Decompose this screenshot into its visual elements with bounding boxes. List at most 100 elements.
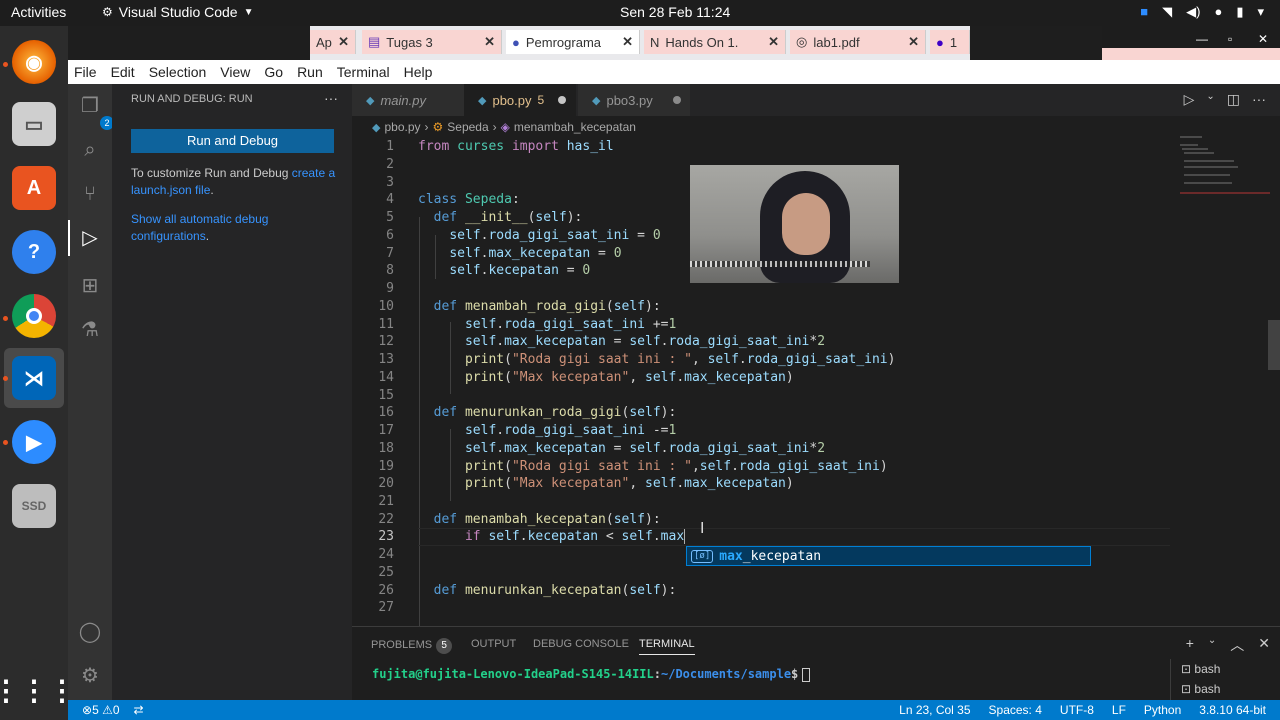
menu-help[interactable]: Help — [404, 64, 433, 80]
app-menu[interactable]: ⚙ Visual Studio Code ▼ — [102, 4, 254, 20]
activities-button[interactable]: Activities — [11, 4, 66, 20]
close-icon[interactable]: ✕ — [484, 34, 495, 50]
close-icon[interactable]: ✕ — [908, 34, 919, 50]
close-icon[interactable]: ✕ — [768, 34, 779, 50]
clock[interactable]: Sen 28 Feb 11:24 — [620, 4, 730, 20]
extensions-icon[interactable]: ⊞ — [78, 274, 102, 298]
menu-edit[interactable]: Edit — [111, 64, 135, 80]
vertical-scrollbar[interactable] — [1268, 320, 1280, 370]
tab-debug-console[interactable]: DEBUG CONSOLE — [533, 638, 629, 650]
indentation[interactable]: Spaces: 4 — [989, 703, 1042, 717]
help-icon[interactable]: ? — [12, 230, 56, 274]
code-line[interactable]: self.max_kecepatan = 0 — [418, 245, 621, 263]
browser-tab[interactable]: ● 1 — [930, 30, 970, 54]
end-of-line[interactable]: LF — [1112, 703, 1126, 717]
unsaved-dot-icon[interactable] — [558, 96, 567, 104]
tab-problems[interactable]: PROBLEMS 5 — [371, 638, 453, 654]
code-line[interactable]: def __init__(self): — [418, 209, 583, 227]
files-icon[interactable]: ▭ — [12, 102, 56, 146]
menu-file[interactable]: File — [74, 64, 97, 80]
code-line[interactable]: self.roda_gigi_saat_ini = 0 — [418, 227, 660, 245]
tab-terminal[interactable]: TERMINAL — [639, 638, 695, 655]
browser-tab[interactable]: ◎ lab1.pdf ✕ — [790, 30, 926, 54]
tab-pbo-py[interactable]: ◆ pbo.py 5 — [464, 84, 576, 116]
terminal-item[interactable]: ⊡ bash — [1171, 679, 1280, 699]
chevron-down-icon[interactable]: ⌄ — [1208, 635, 1216, 655]
code-line[interactable]: self.roda_gigi_saat_ini -=1 — [418, 422, 676, 440]
testing-icon[interactable]: ⚗ — [78, 318, 102, 342]
new-terminal-icon[interactable]: + — [1186, 635, 1194, 655]
minimap[interactable] — [1170, 130, 1270, 210]
terminal-item[interactable]: ⊡ bash — [1171, 659, 1280, 679]
chrome-icon[interactable] — [12, 294, 56, 338]
gear-icon[interactable]: ⚙ — [78, 664, 102, 688]
microphone-icon[interactable]: ● — [1214, 4, 1222, 20]
unsaved-dot-icon[interactable] — [672, 96, 681, 104]
run-and-debug-button[interactable]: Run and Debug — [131, 129, 334, 153]
encoding[interactable]: UTF-8 — [1060, 703, 1094, 717]
close-icon[interactable]: ✕ — [622, 34, 633, 50]
menu-run[interactable]: Run — [297, 64, 323, 80]
tab-pbo3-py[interactable]: ◆ pbo3.py — [578, 84, 690, 116]
close-icon[interactable]: ✕ — [338, 34, 349, 50]
cursor-position[interactable]: Ln 23, Col 35 — [899, 703, 970, 717]
code-line-current[interactable]: if self.kecepatan < self.max — [418, 528, 686, 546]
run-debug-icon[interactable]: ▷ — [78, 226, 102, 250]
chevron-down-icon[interactable]: ⌄ — [1206, 91, 1214, 108]
code-line[interactable]: self.roda_gigi_saat_ini +=1 — [418, 316, 676, 334]
battery-icon[interactable]: ▮ — [1236, 4, 1243, 20]
system-tray[interactable]: ■ ◥ ◀) ● ▮ ▾ — [1140, 4, 1264, 20]
menu-terminal[interactable]: Terminal — [337, 64, 390, 80]
tab-main-py[interactable]: ◆ main.py — [352, 84, 464, 116]
close-panel-icon[interactable]: ✕ — [1258, 635, 1270, 655]
more-icon[interactable]: ··· — [1252, 91, 1266, 108]
terminal-prompt[interactable]: fujita@fujita-Lenovo-IdeaPad-S145-14IIL:… — [372, 667, 811, 682]
browser-tab-active[interactable]: ● Pemrograma ✕ — [506, 30, 640, 54]
show-applications-icon[interactable]: ⋮⋮⋮ — [0, 668, 76, 712]
maximize-icon[interactable]: ▫ — [1228, 32, 1232, 46]
menu-go[interactable]: Go — [264, 64, 283, 80]
code-line[interactable]: print("Max kecepatan", self.max_kecepata… — [418, 369, 794, 387]
menu-view[interactable]: View — [220, 64, 250, 80]
breadcrumb-method[interactable]: menambah_kecepatan — [514, 120, 636, 134]
code-line[interactable]: self.max_kecepatan = self.roda_gigi_saat… — [418, 440, 825, 458]
code-line[interactable]: self.max_kecepatan = self.roda_gigi_saat… — [418, 333, 825, 351]
search-icon[interactable]: ⌕ — [78, 138, 102, 162]
minimize-icon[interactable]: — — [1196, 32, 1208, 46]
code-line[interactable]: self.kecepatan = 0 — [418, 262, 590, 280]
show-all-configurations-link[interactable]: Show all automatic debug configurations — [131, 212, 268, 243]
split-editor-icon[interactable]: ◫ — [1227, 91, 1240, 108]
browser-tab[interactable]: N Hands On 1. ✕ — [644, 30, 786, 54]
more-actions-icon[interactable]: ··· — [324, 90, 338, 106]
browser-tab[interactable]: ▤ Tugas 3 ✕ — [362, 30, 502, 54]
ssd-drive-icon[interactable]: SSD — [12, 484, 56, 528]
code-line[interactable]: print("Max kecepatan", self.max_kecepata… — [418, 475, 794, 493]
power-menu-icon[interactable]: ▾ — [1257, 4, 1264, 20]
wifi-icon[interactable]: ◥ — [1162, 4, 1172, 20]
code-line[interactable]: print("Roda gigi saat ini : ", self.roda… — [418, 351, 896, 369]
code-line[interactable]: print("Roda gigi saat ini : ",self.roda_… — [418, 458, 888, 476]
autocomplete-suggestion[interactable]: [ø] max_kecepatan — [686, 546, 1091, 566]
firefox-icon[interactable]: ◉ — [12, 40, 56, 84]
live-share-icon[interactable]: ⇄ — [134, 703, 144, 717]
run-file-icon[interactable]: ▷ — [1184, 91, 1195, 108]
breadcrumb-class[interactable]: Sepeda — [447, 120, 488, 134]
account-icon[interactable]: ◯ — [78, 620, 102, 644]
software-center-icon[interactable]: A — [12, 166, 56, 210]
code-line[interactable]: def menambah_roda_gigi(self): — [418, 298, 661, 316]
vscode-dock-icon[interactable]: ⋊ — [12, 356, 56, 400]
volume-icon[interactable]: ◀) — [1186, 4, 1200, 20]
close-window-icon[interactable]: ✕ — [1258, 32, 1268, 46]
menu-selection[interactable]: Selection — [149, 64, 207, 80]
source-control-icon[interactable]: ⑂ — [78, 182, 102, 206]
code-line[interactable]: def menurunkan_roda_gigi(self): — [418, 404, 677, 422]
tab-output[interactable]: OUTPUT — [471, 638, 516, 650]
code-line[interactable]: def menambah_kecepatan(self): — [418, 511, 661, 529]
python-interpreter[interactable]: 3.8.10 64-bit — [1199, 703, 1266, 717]
explorer-icon[interactable]: ❐ 2 — [78, 94, 114, 130]
code-line[interactable]: class Sepeda: — [418, 191, 520, 209]
problems-status[interactable]: ⊗5 ⚠0 — [82, 703, 120, 717]
breadcrumb-file[interactable]: pbo.py — [384, 120, 420, 134]
language-mode[interactable]: Python — [1144, 703, 1181, 717]
zoom-icon[interactable]: ▶ — [12, 420, 56, 464]
